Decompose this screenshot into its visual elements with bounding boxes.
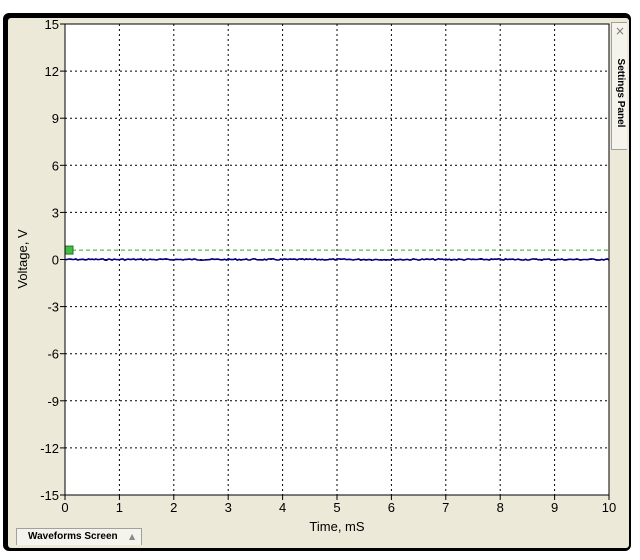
- close-icon[interactable]: ×: [614, 25, 626, 37]
- x-tick-label: 9: [551, 500, 558, 515]
- y-tick-label: -12: [40, 441, 59, 456]
- y-tick-label: 15: [45, 17, 59, 32]
- x-tick-label: 10: [602, 500, 616, 515]
- y-tick-label: 6: [52, 158, 59, 173]
- y-tick-label: -9: [47, 394, 59, 409]
- settings-panel-label: Settings Panel: [615, 58, 626, 128]
- y-tick-label: 12: [45, 64, 59, 79]
- x-tick-label: 8: [497, 500, 504, 515]
- trigger-level-marker: [64, 245, 74, 255]
- x-axis-label: Time, mS: [309, 519, 364, 534]
- y-tick-label: 3: [52, 205, 59, 220]
- expand-up-arrow-icon[interactable]: ▲: [129, 532, 135, 541]
- y-tick-label: -15: [40, 488, 59, 503]
- x-tick-label: 3: [225, 500, 232, 515]
- waveforms-screen-label: Waveforms Screen: [28, 531, 118, 542]
- x-tick-label: 2: [170, 500, 177, 515]
- y-axis-label: Voltage, V: [15, 229, 30, 289]
- voltage-time-chart: 0 1 2 3 4 5 6 7 8 9 1015129630-3-6-9-12-15 Time, m…: [15, 17, 616, 534]
- settings-panel-tab[interactable]: × Settings Panel: [611, 22, 627, 150]
- y-tick-label: -6: [47, 347, 59, 362]
- y-tick-label: 9: [52, 111, 59, 126]
- y-tick-label: -3: [47, 300, 59, 315]
- waveforms-screen-tab[interactable]: Waveforms Screen ▲: [16, 528, 142, 545]
- y-tick-label: 0: [52, 253, 59, 268]
- x-tick-label: 1: [116, 500, 123, 515]
- x-tick-label: 6: [388, 500, 395, 515]
- x-tick-label: 0: [61, 500, 68, 515]
- x-tick-label: 7: [442, 500, 449, 515]
- x-tick-label: 5: [333, 500, 340, 515]
- x-tick-label: 4: [279, 500, 286, 515]
